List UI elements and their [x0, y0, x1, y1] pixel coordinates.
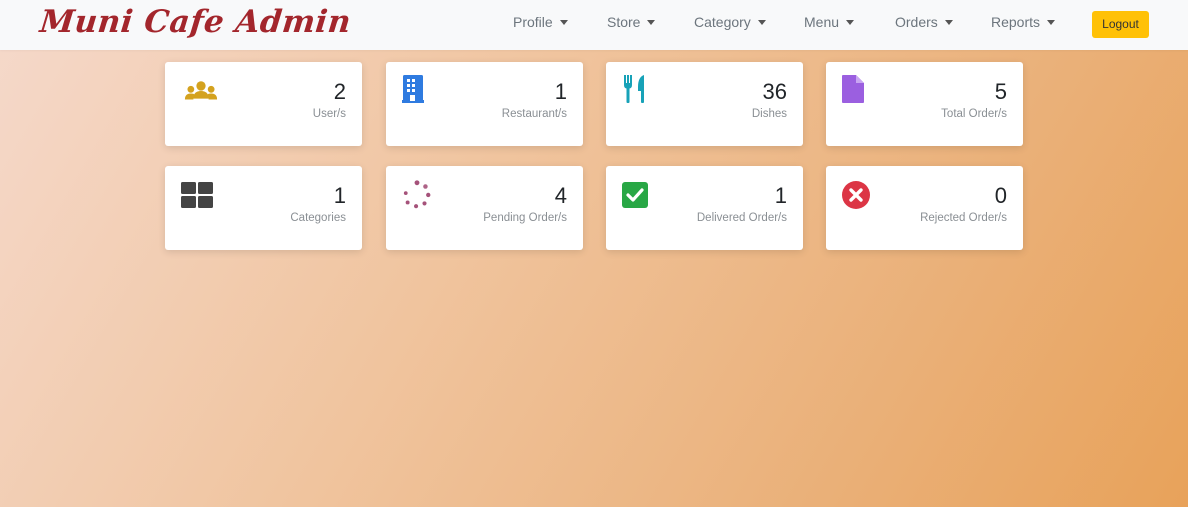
nav-menu-item[interactable]: Menu: [804, 14, 855, 30]
rejected-orders-count: 0: [994, 183, 1007, 208]
nav-profile[interactable]: Profile: [513, 14, 568, 30]
nav-category-label: Category: [694, 14, 751, 30]
stat-card-restaurants[interactable]: 1 Restaurant/s: [386, 62, 583, 146]
nav-menu-label: Menu: [804, 14, 840, 30]
dishes-label: Dishes: [751, 108, 787, 120]
pending-orders-label: Pending Order/s: [483, 212, 567, 224]
categories-label: Categories: [290, 212, 346, 224]
restaurants-count: 1: [554, 79, 567, 104]
nav-reports[interactable]: Reports: [991, 14, 1056, 30]
restaurants-label: Restaurant/s: [501, 108, 567, 120]
nav-store[interactable]: Store: [607, 14, 656, 30]
users-icon: [184, 81, 218, 100]
building-icon: [402, 75, 424, 103]
delivered-orders-label: Delivered Order/s: [696, 212, 787, 224]
utensils-icon: [624, 75, 644, 103]
caret-down-icon: [944, 20, 953, 25]
nav-store-label: Store: [607, 14, 641, 30]
total-orders-count: 5: [994, 79, 1007, 104]
rejected-orders-label: Rejected Order/s: [920, 212, 1007, 224]
caret-down-icon: [757, 20, 766, 25]
nav-orders-label: Orders: [895, 14, 938, 30]
nav-reports-label: Reports: [991, 14, 1041, 30]
users-label: User/s: [312, 108, 346, 120]
top-navbar: Muni Cafe Admin Profile Store Category M…: [0, 0, 1188, 50]
logout-button[interactable]: Logout: [1092, 11, 1149, 38]
caret-down-icon: [1047, 20, 1056, 25]
stat-card-total-orders[interactable]: 5 Total Order/s: [826, 62, 1023, 146]
users-count: 2: [333, 79, 346, 104]
pending-orders-count: 4: [554, 183, 567, 208]
total-orders-label: Total Order/s: [941, 108, 1007, 120]
nav-menu: Profile Store Category Menu Orders Repor…: [0, 0, 1188, 50]
categories-count: 1: [333, 183, 346, 208]
stat-card-categories[interactable]: 1 Categories: [165, 166, 362, 250]
file-icon: [842, 75, 864, 103]
check-square-icon: [622, 182, 648, 208]
caret-down-icon: [846, 20, 855, 25]
times-circle-icon: [842, 181, 870, 209]
dishes-count: 36: [762, 79, 787, 104]
stat-card-users[interactable]: 2 User/s: [165, 62, 362, 146]
stat-card-delivered-orders[interactable]: 1 Delivered Order/s: [606, 166, 803, 250]
nav-profile-label: Profile: [513, 14, 553, 30]
nav-orders[interactable]: Orders: [895, 14, 953, 30]
caret-down-icon: [559, 20, 568, 25]
spinner-icon: [403, 180, 431, 209]
stat-card-rejected-orders[interactable]: 0 Rejected Order/s: [826, 166, 1023, 250]
stat-card-pending-orders[interactable]: 4 Pending Order/s: [386, 166, 583, 250]
caret-down-icon: [647, 20, 656, 25]
stat-card-dishes[interactable]: 36 Dishes: [606, 62, 803, 146]
nav-category[interactable]: Category: [694, 14, 766, 30]
grid-icon: [181, 182, 213, 208]
delivered-orders-count: 1: [774, 183, 787, 208]
